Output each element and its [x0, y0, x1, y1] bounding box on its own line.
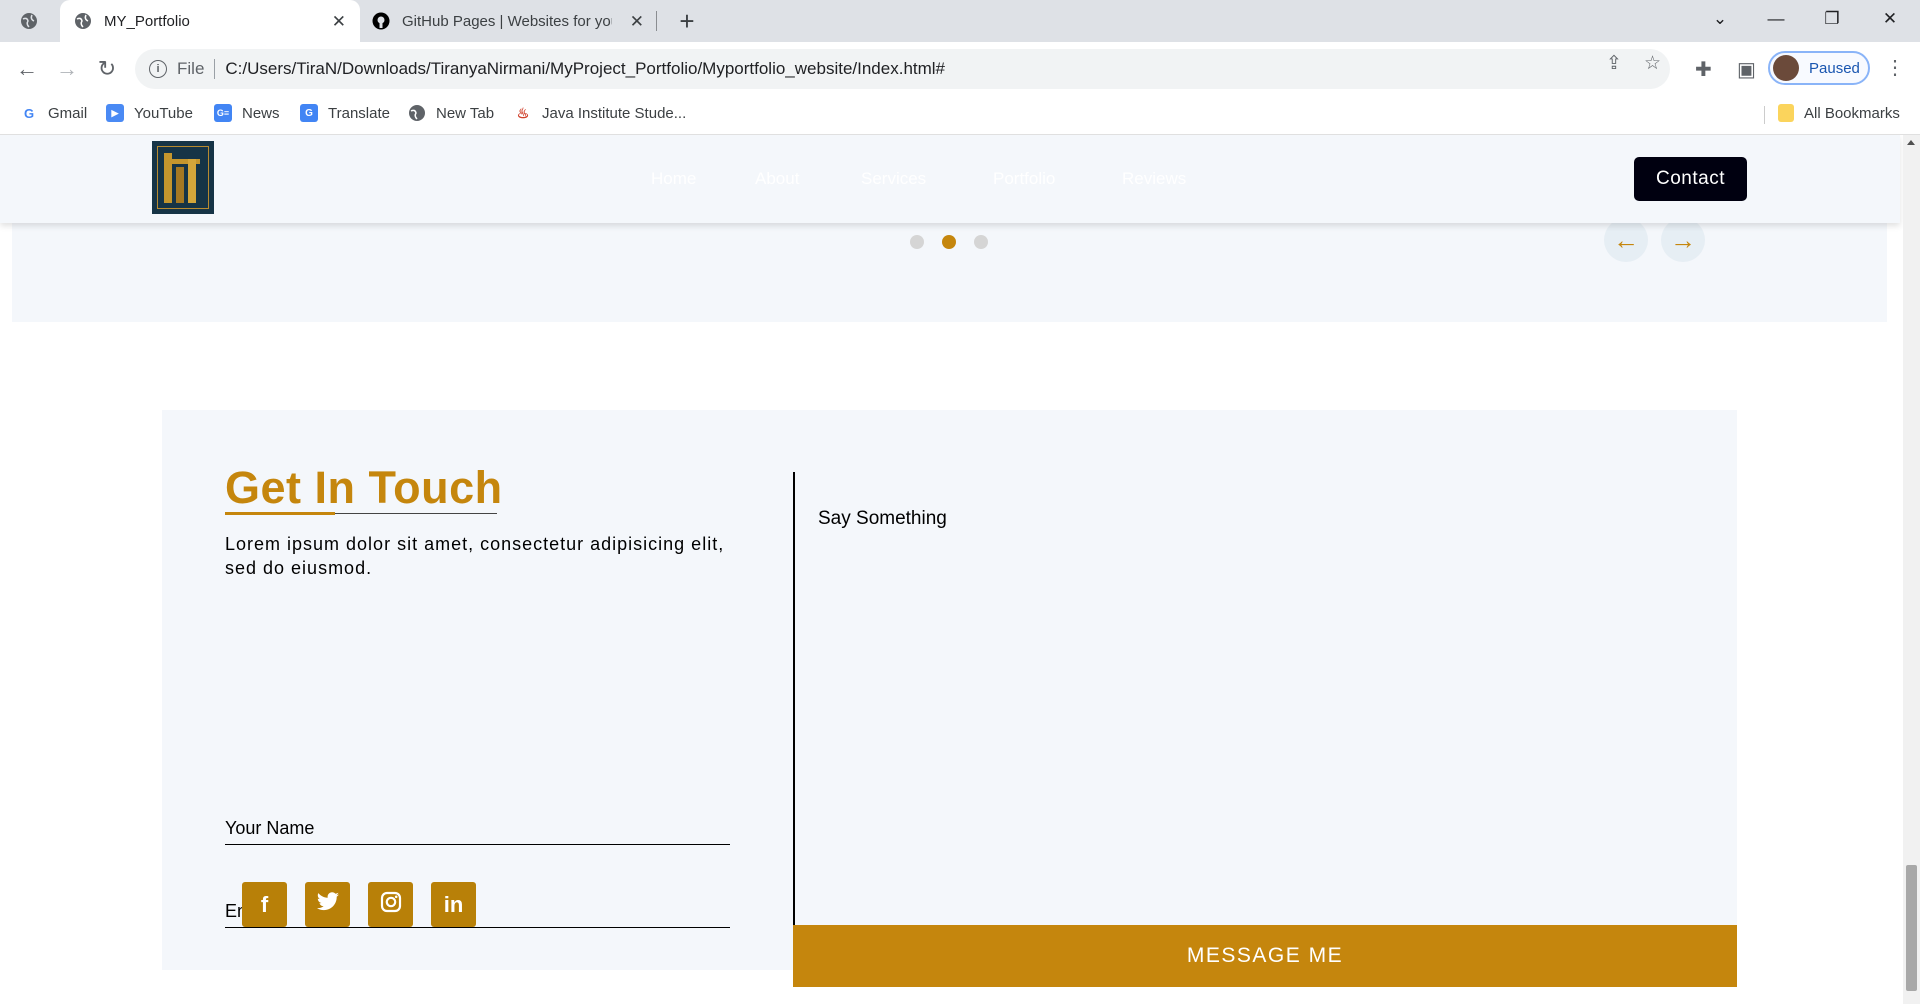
bookmark-gmail[interactable]: G Gmail [20, 104, 87, 122]
java-icon: ♨ [516, 104, 530, 121]
news-icon: G≡ [214, 104, 232, 122]
bookmark-label: Java Institute Stude... [542, 104, 687, 122]
tab-search-icon[interactable]: ⌄ [1692, 0, 1748, 38]
nav-link-portfolio[interactable]: Portfolio [993, 169, 1055, 189]
bookmark-label: Gmail [48, 104, 88, 122]
forward-icon[interactable]: → [50, 52, 84, 86]
arrow-right-icon: → [1670, 224, 1696, 255]
instagram-button[interactable] [368, 882, 413, 927]
globe-icon [20, 12, 38, 30]
close-tab-icon[interactable]: ✕ [332, 12, 346, 32]
bookmark-label: All Bookmarks [1804, 104, 1900, 122]
message-textarea[interactable]: Say Something [818, 508, 947, 530]
tab-separator [656, 11, 657, 31]
scheme-label: File [177, 59, 205, 78]
scrollbar-thumb[interactable] [1906, 865, 1917, 991]
nav-link-services[interactable]: Services [861, 169, 926, 189]
page-viewport: ← → Home About Services Portfolio Review… [0, 135, 1920, 1004]
title-accent-bar [225, 512, 335, 515]
carousel-next-button[interactable]: → [1661, 218, 1705, 262]
minimize-button[interactable]: — [1748, 0, 1804, 38]
contact-section: Get In Touch Lorem ipsum dolor sit amet,… [162, 410, 1737, 987]
facebook-icon: f [260, 891, 269, 917]
site-header: Home About Services Portfolio Reviews Co… [0, 135, 1900, 223]
nav-link-home[interactable]: Home [651, 169, 696, 189]
google-icon: G [23, 105, 35, 121]
browser-tab-bar: MY_Portfolio ✕ GitHub Pages | Websites f… [0, 0, 1920, 42]
twitter-icon [316, 891, 340, 918]
bookmark-translate[interactable]: G Translate [300, 104, 390, 122]
site-logo[interactable] [152, 141, 214, 214]
nav-link-about[interactable]: About [755, 169, 799, 189]
logo-mark [164, 153, 172, 203]
youtube-icon: ▶ [106, 104, 124, 122]
section-description: Lorem ipsum dolor sit amet, consectetur … [225, 534, 725, 578]
arrow-left-icon: ← [1613, 224, 1639, 255]
close-tab-icon[interactable]: ✕ [630, 12, 644, 32]
close-window-button[interactable]: ✕ [1862, 0, 1918, 38]
contact-button[interactable]: Contact [1634, 157, 1747, 201]
carousel-dot[interactable] [910, 235, 924, 249]
scroll-up-icon[interactable] [1907, 140, 1915, 145]
all-bookmarks[interactable]: All Bookmarks [1778, 104, 1900, 122]
address-bar[interactable]: i File C:/Users/TiraN/Downloads/TiranyaN… [135, 49, 1670, 89]
github-icon [372, 12, 390, 30]
name-placeholder: Your Name [225, 818, 315, 838]
message-me-button[interactable]: MESSAGE ME [793, 925, 1737, 987]
instagram-icon [380, 891, 402, 919]
globe-icon [408, 104, 426, 122]
new-tab-button[interactable]: + [672, 6, 702, 36]
bookmark-label: YouTube [134, 104, 193, 122]
tab-title: MY_Portfolio [104, 12, 190, 30]
restore-button[interactable]: ❐ [1804, 0, 1860, 38]
reload-icon[interactable]: ↻ [90, 52, 124, 86]
profile-status: Paused [1809, 59, 1860, 77]
section-title: Get In Touch [225, 462, 503, 513]
url-text[interactable]: C:/Users/TiraN/Downloads/TiranyaNirmani/… [225, 59, 945, 79]
address-separator [214, 59, 216, 79]
folder-icon [1778, 104, 1794, 122]
bookmark-label: New Tab [436, 104, 495, 122]
bookmark-label: Translate [328, 104, 390, 122]
avatar [1773, 55, 1799, 81]
tab-title: GitHub Pages | Websites for you [402, 12, 612, 30]
bookmarks-bar: G Gmail ▶ YouTube G≡ News G Translate Ne… [0, 96, 1920, 135]
bookmark-news[interactable]: G≡ News [214, 104, 280, 122]
bookmarks-separator [1764, 106, 1765, 124]
bookmark-star-icon[interactable]: ☆ [1644, 52, 1661, 75]
linkedin-button[interactable]: in [431, 882, 476, 927]
side-panel-icon[interactable]: ▣ [1737, 57, 1756, 82]
tab-github-pages[interactable]: GitHub Pages | Websites for you ✕ [362, 0, 658, 42]
back-icon[interactable]: ← [10, 52, 44, 86]
bookmark-java-institute[interactable]: ♨ Java Institute Stude... [514, 104, 687, 122]
facebook-button[interactable]: f [242, 882, 287, 927]
logo-mark [188, 159, 196, 203]
menu-icon[interactable]: ⋮ [1885, 55, 1905, 80]
linkedin-icon: in [443, 891, 464, 917]
carousel-prev-button[interactable]: ← [1604, 218, 1648, 262]
globe-icon [74, 12, 92, 30]
bookmark-youtube[interactable]: ▶ YouTube [106, 104, 193, 122]
bookmark-new-tab[interactable]: New Tab [408, 104, 494, 122]
twitter-button[interactable] [305, 882, 350, 927]
site-info-icon[interactable]: i [149, 60, 167, 78]
name-input[interactable]: Your Name [225, 811, 730, 845]
tab-my-portfolio[interactable]: MY_Portfolio ✕ [60, 0, 360, 42]
nav-link-reviews[interactable]: Reviews [1122, 169, 1186, 189]
profile-button[interactable]: Paused [1768, 51, 1870, 85]
extensions-icon[interactable]: ✚ [1695, 57, 1712, 82]
translate-icon: G [300, 104, 318, 122]
carousel-dot[interactable] [974, 235, 988, 249]
browser-toolbar: ← → ↻ i File C:/Users/TiraN/Downloads/Ti… [0, 42, 1920, 96]
bookmark-label: News [242, 104, 280, 122]
vertical-divider [793, 472, 795, 934]
email-input[interactable]: Email [225, 894, 730, 928]
logo-mark [176, 167, 184, 203]
share-icon[interactable]: ⇪ [1606, 52, 1622, 75]
carousel-dot-active[interactable] [942, 235, 956, 249]
page-scrollbar[interactable] [1903, 135, 1920, 1004]
